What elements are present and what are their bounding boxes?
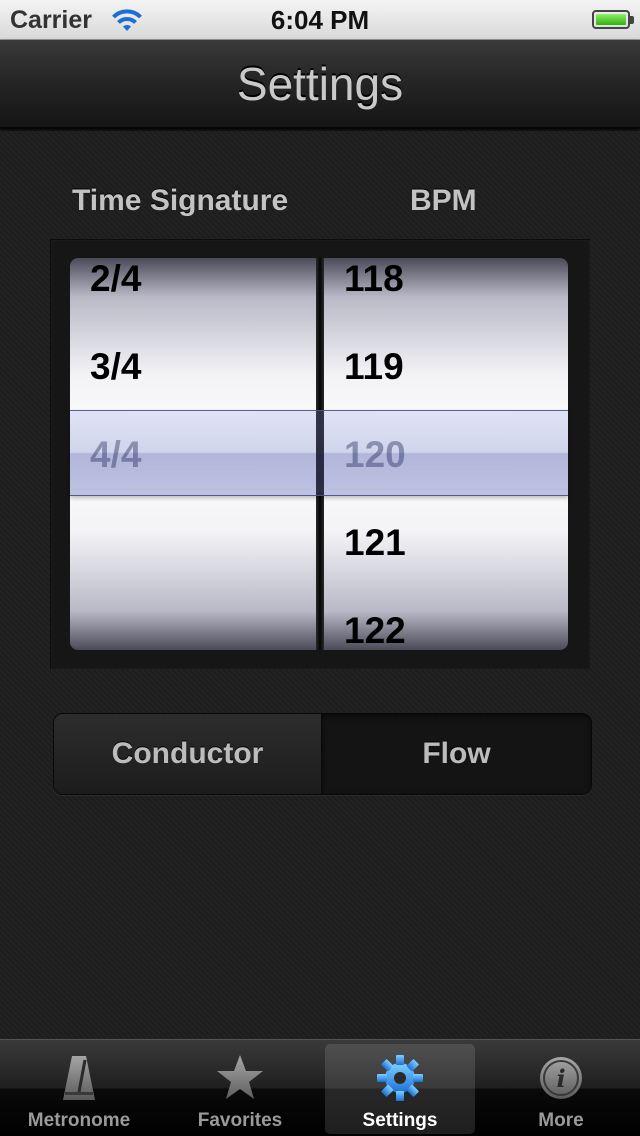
picker-row[interactable]: 121 <box>344 522 406 564</box>
tab-bar: Metronome Favorites Settings i More <box>0 1039 640 1136</box>
picker-row[interactable]: 119 <box>344 346 404 388</box>
time-signature-label: Time Signature <box>72 184 289 217</box>
bpm-wheel[interactable]: 118 119 120 121 122 <box>324 258 568 650</box>
time-signature-wheel[interactable]: 2/4 3/4 4/4 <box>70 258 316 650</box>
metronome-icon <box>63 1056 95 1100</box>
picker-row[interactable]: 3/4 <box>90 346 141 388</box>
navigation-bar: Settings <box>0 40 640 129</box>
picker-row-selected[interactable]: 4/4 <box>90 434 141 476</box>
bpm-label: BPM <box>410 184 477 217</box>
tab-label: Metronome <box>27 1110 131 1131</box>
picker-row[interactable]: 118 <box>344 258 404 300</box>
segment-flow[interactable]: Flow <box>322 714 591 794</box>
tab-more[interactable]: i More <box>486 1044 636 1134</box>
picker-row[interactable]: 2/4 <box>90 258 141 300</box>
tab-label: More <box>538 1110 584 1131</box>
tab-metronome[interactable]: Metronome <box>4 1044 154 1134</box>
battery-icon <box>592 10 634 29</box>
star-icon <box>217 1055 263 1099</box>
status-time: 6:04 PM <box>270 5 370 35</box>
tab-label: Settings <box>362 1110 438 1131</box>
page-title: Settings <box>236 58 404 110</box>
svg-text:i: i <box>556 1064 565 1093</box>
info-icon: i <box>540 1057 582 1099</box>
wheel-divider <box>316 258 324 650</box>
picker-row-selected[interactable]: 120 <box>344 434 406 476</box>
tab-label: Favorites <box>197 1110 283 1131</box>
segment-conductor[interactable]: Conductor <box>54 714 322 794</box>
time-bpm-picker[interactable]: 2/4 3/4 4/4 118 119 120 121 122 <box>70 258 568 650</box>
tab-settings[interactable]: Settings <box>325 1044 475 1134</box>
picker-row[interactable]: 122 <box>344 610 406 650</box>
status-bar: Carrier 6:04 PM <box>0 0 640 40</box>
settings-content: Time Signature BPM 2/4 3/4 4/4 118 119 1… <box>0 131 640 1039</box>
gear-icon <box>377 1055 423 1101</box>
battery-level <box>596 14 626 25</box>
tab-favorites[interactable]: Favorites <box>165 1044 315 1134</box>
mode-segmented-control[interactable]: Conductor Flow <box>53 713 592 795</box>
